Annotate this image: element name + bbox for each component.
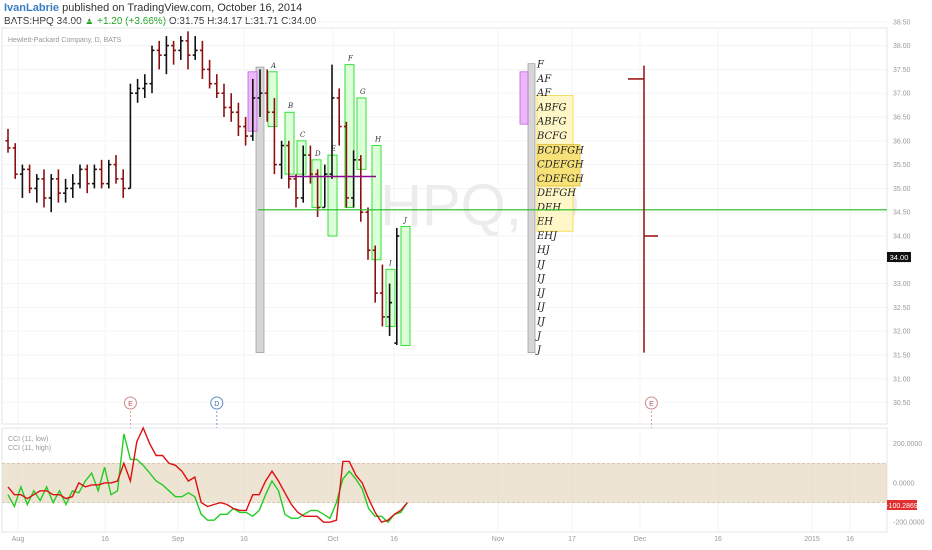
event-marker-label: E xyxy=(128,401,133,408)
profile-row: CDEFGH xyxy=(537,160,584,171)
profile-row: DEH xyxy=(536,202,561,213)
price-tick-label: 34.00 xyxy=(893,233,911,240)
time-tick-label: Nov xyxy=(492,536,505,543)
period-letter: G xyxy=(360,88,366,96)
period-letter: H xyxy=(374,136,382,144)
price-tick-label: 38.50 xyxy=(893,19,911,26)
period-letter: E xyxy=(330,145,336,153)
profile-row: J xyxy=(535,345,542,356)
time-tick-label: 16 xyxy=(714,536,722,543)
last-price-label: 34.00 xyxy=(890,253,909,262)
profile-row: J xyxy=(535,331,542,342)
profile-row: AF xyxy=(536,74,552,85)
profile-row: EH xyxy=(536,217,553,228)
price-axis: 38.50 38.00 37.50 37.00 36.50 36.00 35.50 35.00… xyxy=(893,19,911,407)
profile-row: F xyxy=(536,60,545,71)
cci-band xyxy=(2,463,887,503)
period-letter: C xyxy=(300,131,306,139)
profile-row: IJ xyxy=(536,316,546,327)
price-tick-label: 31.50 xyxy=(893,352,911,359)
price-tick-label: 36.50 xyxy=(893,115,911,122)
price-tick-label: 36.00 xyxy=(893,138,911,145)
period-box xyxy=(296,140,307,175)
profile-row: ABFG xyxy=(536,117,567,128)
period-letter: D xyxy=(314,150,321,158)
cci-tick-label: 200.0000 xyxy=(893,441,922,448)
price-tick-label: 32.50 xyxy=(893,305,911,312)
price-tick-label: 32.00 xyxy=(893,329,911,336)
profile-initial-balance xyxy=(519,71,529,125)
profile-row: CDEFGH xyxy=(537,174,584,185)
profile-row: DEFGH xyxy=(536,188,576,199)
profile-row: AF xyxy=(536,88,552,99)
profile-row: IJ xyxy=(536,288,546,299)
period-box xyxy=(385,268,396,327)
price-tick-label: 37.50 xyxy=(893,67,911,74)
cci-panel: 200.0000 0.0000 -200.0000 CCI (11, low) CCI … xyxy=(1,426,925,533)
time-tick-label: 17 xyxy=(568,536,576,543)
time-tick-label: 2015 xyxy=(804,536,820,543)
price-tick-label: 35.50 xyxy=(893,162,911,169)
time-tick-label: Dec xyxy=(634,536,647,543)
time-tick-label: Oct xyxy=(328,536,339,543)
price-tick-label: 38.00 xyxy=(893,43,911,50)
period-box xyxy=(311,159,322,208)
cci-value-label: -100.2869 xyxy=(886,503,918,510)
time-tick-label: Sep xyxy=(172,536,185,543)
cci-tick-label: 0.0000 xyxy=(893,480,915,487)
time-axis: Aug 16 Sep 16 Oct 16 Nov 17 Dec 16 2015 16 xyxy=(12,536,854,543)
chart-title: Hewlett-Packard Company, D, BATS xyxy=(8,37,122,44)
event-marker-label: E xyxy=(649,401,654,408)
price-chart[interactable]: HPQ, D Hewlett-Packard Company, D, BATS … xyxy=(0,0,932,550)
period-box xyxy=(400,226,411,346)
profile-range-bar xyxy=(527,63,536,353)
price-tick-label: 35.00 xyxy=(893,186,911,193)
profile-row: HJ xyxy=(536,245,551,256)
period-box xyxy=(371,145,382,261)
period-letter: A xyxy=(270,62,276,70)
profile-row: BCFG xyxy=(536,131,567,142)
profile-row: ABFG xyxy=(536,102,567,113)
period-letter: F xyxy=(347,55,354,63)
time-tick-label: 16 xyxy=(240,536,248,543)
price-tick-label: 37.00 xyxy=(893,91,911,98)
profile-row: BCDFGH xyxy=(536,145,584,156)
time-tick-label: 16 xyxy=(390,536,398,543)
profile-row: IJ xyxy=(536,259,546,270)
profile-row: IJ xyxy=(536,302,546,313)
period-letter: I xyxy=(388,259,392,267)
price-tick-label: 31.00 xyxy=(893,376,911,383)
profile-row: EHJ xyxy=(536,231,558,242)
profile-row: IJ xyxy=(536,274,546,285)
cci-tick-label: -200.0000 xyxy=(893,520,925,527)
price-tick-label: 34.50 xyxy=(893,210,911,217)
price-tick-label: 33.00 xyxy=(893,281,911,288)
time-tick-label: Aug xyxy=(12,536,25,543)
period-box xyxy=(267,71,278,127)
period-letter: B xyxy=(287,102,293,110)
cci-legend-label: CCI (11, high) xyxy=(8,445,51,452)
cci-legend-label: CCI (11, low) xyxy=(8,436,48,443)
price-tick-label: 30.50 xyxy=(893,400,911,407)
time-tick-label: 16 xyxy=(101,536,109,543)
time-tick-label: 16 xyxy=(846,536,854,543)
event-marker-label: D xyxy=(214,401,219,408)
